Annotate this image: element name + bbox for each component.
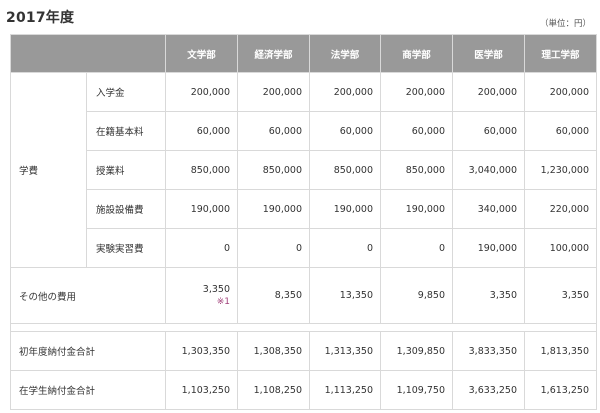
table-cell: 200,000 (309, 72, 381, 112)
table-cell: 60,000 (380, 111, 453, 151)
table-row: 施設設備費 190,000 190,000 190,000 190,000 34… (11, 189, 597, 229)
page-title: 2017年度 (6, 10, 75, 26)
spacer-cell (10, 323, 597, 332)
table-row-current-student-total: 在学生納付金合計 1,103,250 1,108,250 1,113,250 1… (10, 370, 597, 410)
table-cell: 1,108,250 (237, 370, 310, 410)
column-header-economics: 経済学部 (237, 34, 310, 73)
column-header-literature: 文学部 (165, 34, 238, 73)
table-cell: 60,000 (309, 111, 381, 151)
row-label-facility-fee: 施設設備費 (86, 189, 166, 229)
table-cell: 60,000 (524, 111, 597, 151)
category-label-tuition: 学費 (10, 72, 87, 268)
table-cell: 1,109,750 (380, 370, 453, 410)
table-cell: 190,000 (237, 189, 310, 229)
table-cell: 850,000 (237, 150, 310, 190)
table-cell: 1,313,350 (309, 331, 381, 371)
table-cell: 190,000 (165, 189, 238, 229)
column-header-commerce: 商学部 (380, 34, 453, 73)
table-row: 授業料 850,000 850,000 850,000 850,000 3,04… (11, 150, 597, 190)
table-cell: 1,308,350 (237, 331, 310, 371)
table-cell: 190,000 (309, 189, 381, 229)
table-row: 在籍基本料 60,000 60,000 60,000 60,000 60,000… (11, 111, 597, 151)
row-label-lab-fee: 実験実習費 (86, 228, 166, 268)
table-row: 学費 入学金 200,000 200,000 200,000 200,000 2… (10, 72, 597, 268)
column-header-science-engineering: 理工学部 (524, 34, 597, 73)
table-cell: 1,613,250 (524, 370, 597, 410)
table-row-first-year-total: 初年度納付金合計 1,303,350 1,308,350 1,313,350 1… (10, 331, 597, 371)
table-cell: 850,000 (380, 150, 453, 190)
table-cell: 1,230,000 (524, 150, 597, 190)
table-cell: 3,350 (452, 267, 525, 324)
table-cell: 190,000 (380, 189, 453, 229)
table-cell-value: 3,350 (202, 284, 230, 295)
table-cell: 9,850 (380, 267, 453, 324)
table-cell: 200,000 (452, 72, 525, 112)
table-row-other-fees: その他の費用 3,350 ※1 8,350 13,350 9,850 3,350… (10, 267, 597, 324)
table-cell: 60,000 (452, 111, 525, 151)
row-spacer (10, 323, 597, 332)
table-cell: 0 (237, 228, 310, 268)
column-header-medicine: 医学部 (452, 34, 525, 73)
category-label-other-fees: その他の費用 (10, 267, 166, 324)
table-cell: 220,000 (524, 189, 597, 229)
table-cell: 190,000 (452, 228, 525, 268)
table-cell: 0 (380, 228, 453, 268)
table-cell: 3,040,000 (452, 150, 525, 190)
column-header-law: 法学部 (309, 34, 381, 73)
table-cell: 1,303,350 (165, 331, 238, 371)
table-cell: 1,813,350 (524, 331, 597, 371)
table-cell: 3,633,250 (452, 370, 525, 410)
row-label-current-student-total: 在学生納付金合計 (10, 370, 166, 410)
unit-label: （単位：円） (539, 19, 591, 29)
table-row: 実験実習費 0 0 0 0 190,000 100,000 (11, 228, 597, 268)
table-cell-with-note: 3,350 ※1 (165, 267, 238, 324)
table-cell: 0 (309, 228, 381, 268)
table-cell: 200,000 (165, 72, 238, 112)
row-label-admission-fee: 入学金 (86, 72, 166, 112)
footnote-mark: ※1 (216, 297, 230, 307)
table-cell: 850,000 (165, 150, 238, 190)
row-label-enrollment-fee: 在籍基本料 (86, 111, 166, 151)
table-cell: 200,000 (524, 72, 597, 112)
table-cell: 3,350 (524, 267, 597, 324)
table-cell: 13,350 (309, 267, 381, 324)
table-cell: 850,000 (309, 150, 381, 190)
table-cell: 1,113,250 (309, 370, 381, 410)
table-cell: 0 (165, 228, 238, 268)
header-row: 文学部 経済学部 法学部 商学部 医学部 理工学部 (10, 34, 597, 73)
table-cell: 1,103,250 (165, 370, 238, 410)
row-label-tuition-fee: 授業料 (86, 150, 166, 190)
header-blank-cell (10, 34, 166, 73)
table-cell: 340,000 (452, 189, 525, 229)
table-cell: 60,000 (237, 111, 310, 151)
table-cell: 200,000 (237, 72, 310, 112)
table-cell: 60,000 (165, 111, 238, 151)
fee-table: 文学部 経済学部 法学部 商学部 医学部 理工学部 学費 入学金 200,000… (10, 34, 597, 410)
table-cell: 1,309,850 (380, 331, 453, 371)
table-cell: 8,350 (237, 267, 310, 324)
row-label-first-year-total: 初年度納付金合計 (10, 331, 166, 371)
table-cell: 100,000 (524, 228, 597, 268)
table-cell: 3,833,350 (452, 331, 525, 371)
table-cell: 200,000 (380, 72, 453, 112)
